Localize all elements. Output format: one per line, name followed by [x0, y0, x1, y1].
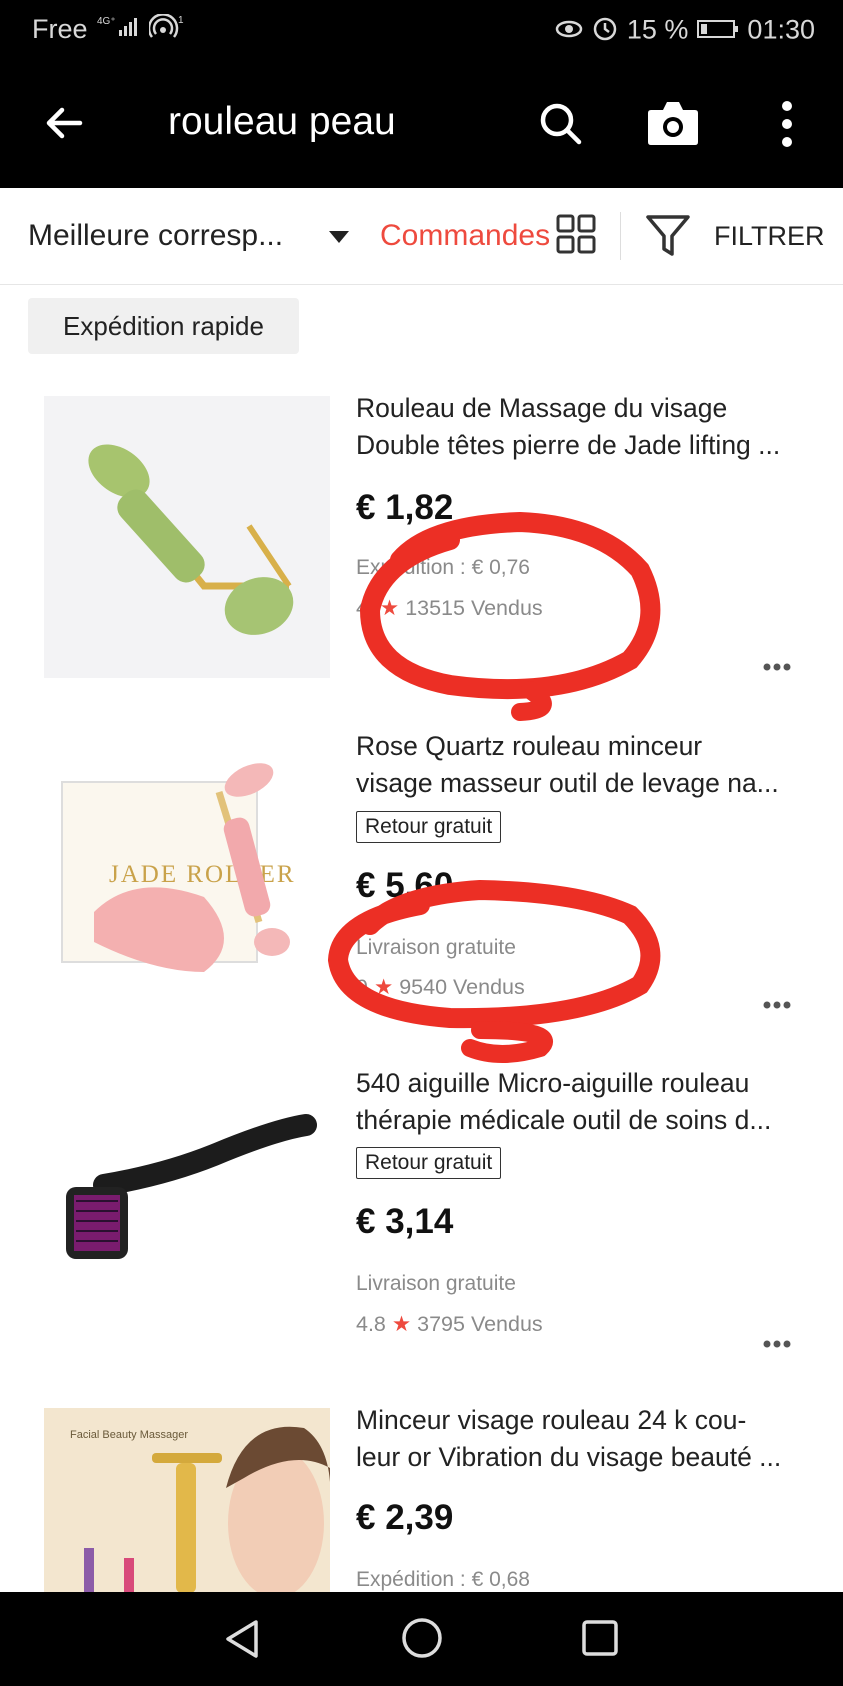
product-image[interactable]: [44, 396, 330, 678]
shipping-info: Livraison gratuite: [356, 936, 516, 959]
shipping-info: Livraison gratuite: [356, 1272, 516, 1295]
sort-by-orders[interactable]: Commandes: [380, 219, 550, 253]
rating-sold: 9 ★ 9540 Vendus: [356, 975, 525, 1000]
product-title[interactable]: Minceur visage rouleau 24 k cou- leur or…: [356, 1402, 806, 1476]
carrier-name: Free: [32, 14, 88, 44]
product-card[interactable]: 540 aiguille Micro-aiguille rouleau thér…: [0, 1065, 843, 1365]
grid-view-icon[interactable]: [556, 214, 596, 254]
alarm-icon: [591, 14, 619, 49]
battery-percent: 15 %: [626, 14, 689, 45]
more-options-icon[interactable]: [772, 96, 802, 152]
free-return-badge: Retour gratuit: [356, 1147, 502, 1179]
star-icon: ★: [391, 1312, 412, 1336]
divider: [620, 212, 621, 260]
svg-text:1: 1: [178, 15, 184, 26]
more-dots-icon[interactable]: [762, 1337, 792, 1349]
status-left: Free 4G⁺ 1: [32, 13, 189, 47]
eye-icon: [554, 16, 584, 47]
product-price: € 2,39: [356, 1498, 454, 1537]
product-price: € 1,82: [356, 488, 454, 527]
facial-massager-label: Facial Beauty Massager: [70, 1429, 188, 1441]
search-query-title[interactable]: rouleau peau: [168, 100, 396, 144]
rating-value: 4.8: [356, 1312, 386, 1336]
status-right: 15 % 01:30: [554, 14, 815, 49]
product-image[interactable]: JADE ROLLER: [44, 742, 330, 1014]
app-bar: rouleau peau: [0, 60, 843, 188]
free-return-badge: Retour gratuit: [356, 811, 502, 843]
signal-icon: 4G⁺: [95, 14, 141, 47]
search-icon[interactable]: [535, 98, 587, 150]
back-arrow-icon[interactable]: [40, 98, 90, 148]
camera-icon[interactable]: [645, 96, 701, 150]
nav-recent-apps-icon[interactable]: [580, 1618, 620, 1658]
star-icon: ★: [379, 596, 400, 620]
product-image[interactable]: Facial Beauty Massager: [44, 1408, 330, 1592]
sold-count: 9540 Vendus: [399, 975, 525, 999]
product-title[interactable]: Rouleau de Massage du visage Double tête…: [356, 390, 806, 464]
sort-filter-bar: Meilleure corresp... Commandes FILTRER: [0, 188, 843, 285]
shipping-info: Expédition : € 0,76: [356, 556, 530, 579]
fast-shipping-chip[interactable]: Expédition rapide: [28, 298, 299, 354]
battery-icon: [696, 16, 740, 47]
product-title[interactable]: 540 aiguille Micro-aiguille rouleau thér…: [356, 1065, 806, 1139]
product-image[interactable]: [44, 1095, 330, 1347]
clock: 01:30: [747, 14, 815, 45]
shipping-info: Expédition : € 0,68: [356, 1568, 530, 1591]
system-navigation-bar: [0, 1592, 843, 1686]
sold-count: 13515 Vendus: [405, 596, 543, 620]
sort-dropdown[interactable]: Meilleure corresp...: [28, 219, 283, 253]
caret-down-icon[interactable]: [328, 230, 350, 244]
nav-back-icon[interactable]: [222, 1618, 264, 1660]
product-card[interactable]: JADE ROLLER Rose Quartz rouleau minceur …: [0, 728, 843, 1028]
product-title[interactable]: Rose Quartz rouleau minceur visage masse…: [356, 728, 806, 802]
product-price: € 5,60: [356, 866, 454, 905]
rating-sold: 4. ★ 13515 Vendus: [356, 596, 543, 621]
more-dots-icon[interactable]: [762, 998, 792, 1010]
rating-value: 9: [356, 975, 368, 999]
nav-home-icon[interactable]: [400, 1616, 444, 1660]
hotspot-icon: 1: [147, 13, 189, 47]
rating-sold: 4.8 ★ 3795 Vendus: [356, 1312, 543, 1337]
rating-value: 4.: [356, 596, 374, 620]
product-price: € 3,14: [356, 1202, 454, 1241]
jade-roller-box-text: JADE ROLLER: [109, 861, 296, 888]
more-dots-icon[interactable]: [762, 660, 792, 672]
filter-button[interactable]: FILTRER: [714, 221, 825, 252]
status-bar: Free 4G⁺ 1 15 % 01:30: [0, 0, 843, 60]
sold-count: 3795 Vendus: [417, 1312, 543, 1336]
star-icon: ★: [373, 975, 394, 999]
filter-funnel-icon[interactable]: [645, 214, 691, 258]
product-card[interactable]: Facial Beauty Massager Minceur visage ro…: [0, 1402, 843, 1592]
product-card[interactable]: Rouleau de Massage du visage Double tête…: [0, 390, 843, 690]
network-type: 4G⁺: [97, 16, 116, 27]
